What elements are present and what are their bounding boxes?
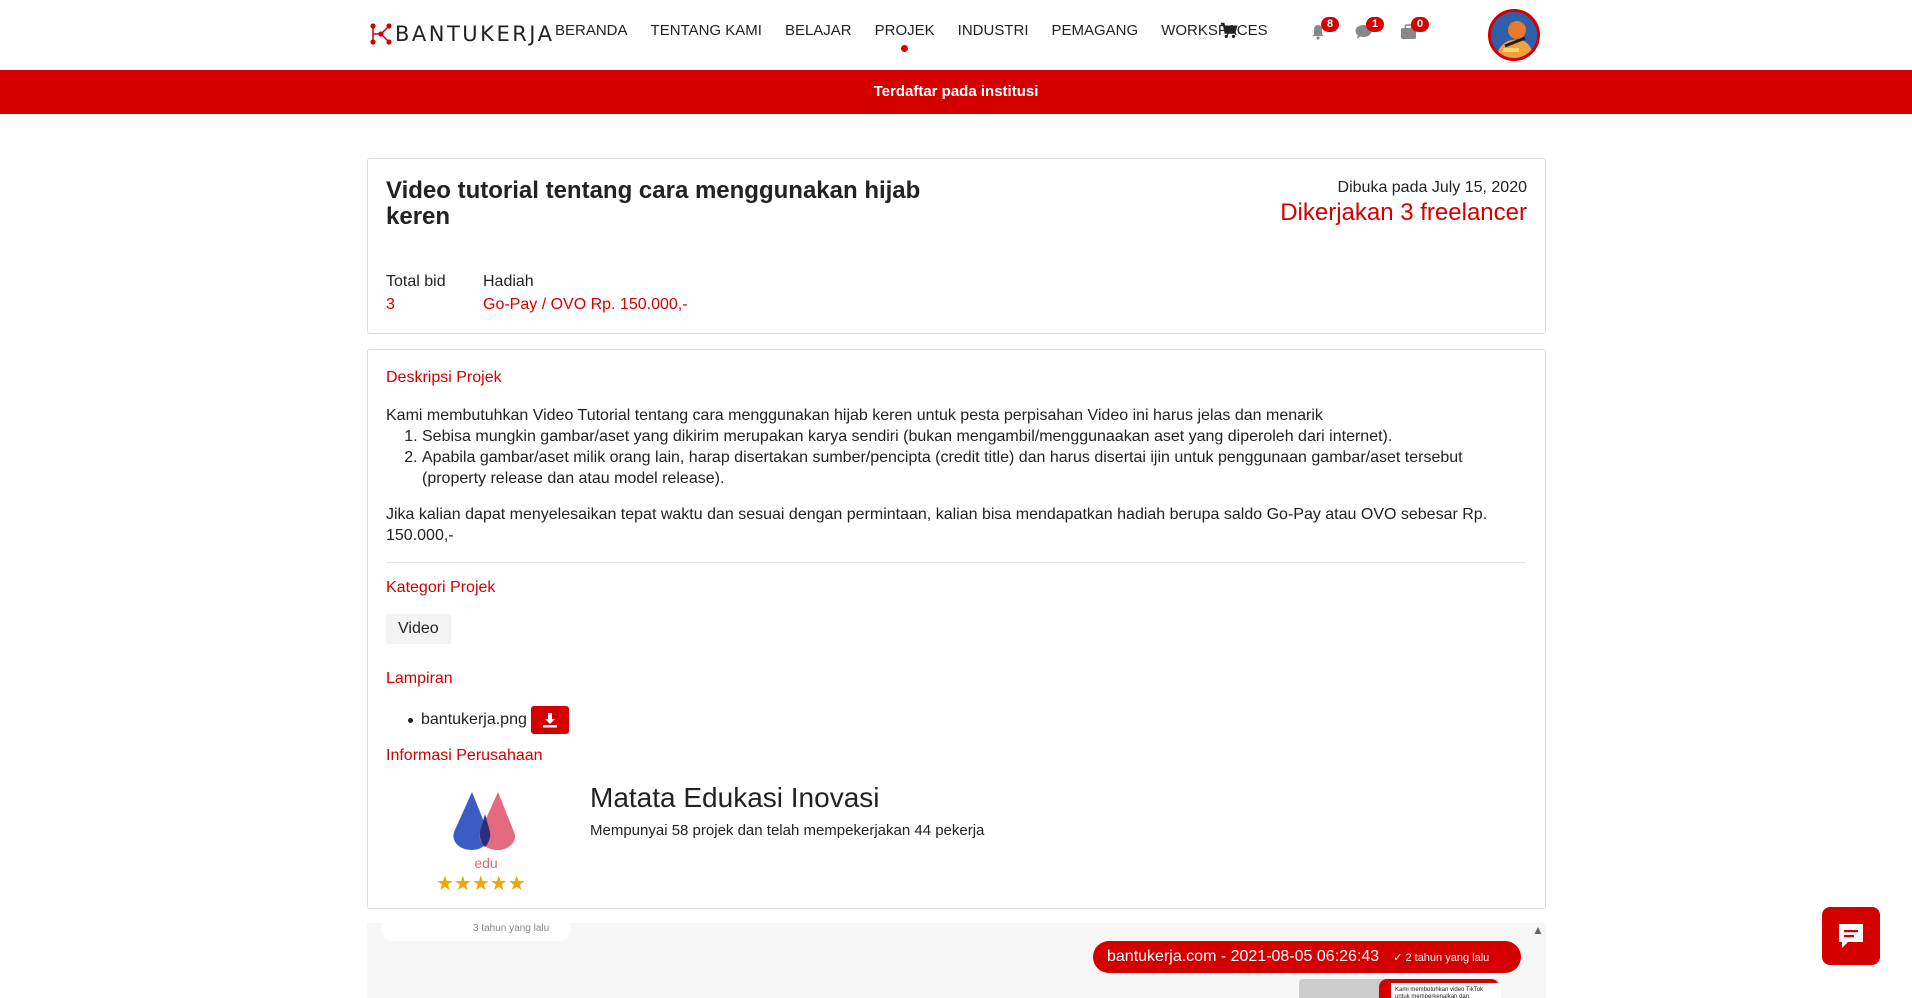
description-list: Sebisa mungkin gambar/aset yang dikirim …	[422, 426, 1526, 489]
nav-item-beranda[interactable]: BERANDA	[555, 22, 628, 43]
download-button[interactable]	[530, 706, 569, 734]
user-avatar[interactable]	[1488, 9, 1540, 61]
chat-message-header: bantukerja.com - 2021-08-05 06:26:43 ✓ 2…	[1093, 941, 1521, 973]
company-logo-text: edu	[474, 855, 497, 871]
brand-name: BANTUKERJA	[395, 22, 555, 46]
thumbnail-text: Kami membutuhkan video TikTok untuk memp…	[1391, 983, 1501, 998]
total-bid-label: Total bid	[386, 273, 446, 290]
brand-logo-link[interactable]: BANTUKERJA	[369, 19, 555, 49]
company-rating-stars: ★★★★★	[436, 873, 526, 895]
list-bullet	[408, 717, 413, 723]
company-logo: edu	[453, 792, 516, 871]
messages-badge: 1	[1366, 17, 1384, 32]
chat-bubble-icon	[1839, 924, 1863, 948]
jobs-badge: 0	[1411, 17, 1429, 32]
reward-value: Go-Pay / OVO Rp. 150.000,-	[483, 296, 688, 313]
nav-item-pemagang[interactable]: PEMAGANG	[1052, 22, 1139, 43]
description-intro: Kami membutuhkan Video Tutorial tentang …	[386, 407, 1323, 424]
description-item: Sebisa mungkin gambar/aset yang dikirim …	[422, 426, 1526, 447]
company-heading: Informasi Perusahaan	[386, 747, 543, 764]
institution-banner: Terdaftar pada institusi	[0, 70, 1912, 114]
chat-image-thumbnail[interactable]: Kami membutuhkan video TikTok untuk memp…	[1299, 979, 1501, 998]
nav-item-workspaces[interactable]: WORKSPACES	[1161, 22, 1267, 43]
reward-label: Hadiah	[483, 273, 534, 290]
notifications-badge: 8	[1321, 17, 1339, 32]
section-divider	[386, 562, 1526, 563]
scroll-up-arrow-icon[interactable]: ▲	[1530, 923, 1546, 943]
nav-item-projek[interactable]: PROJEK	[875, 22, 935, 52]
jobs-button[interactable]: 0	[1400, 17, 1429, 44]
reward-stat: Hadiah Go-Pay / OVO Rp. 150.000,-	[483, 273, 688, 314]
description-closing: Jika kalian dapat menyelesaikan tepat wa…	[386, 506, 1488, 544]
description-item: Apabila gambar/aset milik orang lain, ha…	[422, 447, 1526, 489]
opened-date: Dibuka pada July 15, 2020	[1337, 179, 1527, 196]
download-icon	[542, 713, 557, 728]
project-description: Kami membutuhkan Video Tutorial tentang …	[386, 405, 1526, 546]
avatar-image	[1491, 12, 1537, 58]
attachment-item: bantukerja.png	[408, 706, 569, 734]
cart-icon[interactable]	[1220, 22, 1238, 40]
total-bid-value: 3	[386, 296, 395, 313]
description-heading: Deskripsi Projek	[386, 369, 502, 386]
category-heading: Kategori Projek	[386, 579, 496, 596]
chat-message-sender: bantukerja.com - 2021-08-05 06:26:43	[1107, 948, 1380, 965]
project-details-card: Deskripsi Projek Kami membutuhkan Video …	[367, 349, 1546, 909]
notifications-button[interactable]: 8	[1310, 17, 1339, 44]
category-chip: Video	[386, 614, 451, 644]
previous-message-bubble: 3 tahun yang lalu	[381, 923, 571, 941]
chat-button[interactable]	[1822, 907, 1880, 965]
company-name[interactable]: Matata Edukasi Inovasi	[590, 782, 880, 814]
attachments-heading: Lampiran	[386, 670, 453, 687]
total-bid-stat: Total bid 3	[386, 273, 446, 314]
messages-button[interactable]: 1	[1355, 17, 1384, 44]
chat-message-time: ✓ 2 tahun yang lalu	[1393, 951, 1490, 964]
nav-item-industri[interactable]: INDUSTRI	[958, 22, 1029, 43]
project-header-card: Video tutorial tentang cara menggunakan …	[367, 158, 1546, 334]
chat-history-strip[interactable]: 3 tahun yang lalu bantukerja.com - 2021-…	[367, 923, 1546, 998]
freelancer-count: Dikerjakan 3 freelancer	[1280, 199, 1527, 226]
previous-message-time: 3 tahun yang lalu	[473, 923, 550, 934]
main-nav: BERANDA TENTANG KAMI BELAJAR PROJEK INDU…	[555, 22, 1268, 52]
top-navbar: BANTUKERJA BERANDA TENTANG KAMI BELAJAR …	[0, 0, 1912, 70]
bantukerja-logo-icon	[370, 23, 392, 45]
nav-item-tentang-kami[interactable]: TENTANG KAMI	[651, 22, 762, 43]
attachment-filename[interactable]: bantukerja.png	[421, 711, 527, 729]
project-title: Video tutorial tentang cara menggunakan …	[386, 177, 921, 230]
company-info: Mempunyai 58 projek dan telah mempekerja…	[590, 822, 985, 839]
nav-item-belajar[interactable]: BELAJAR	[785, 22, 852, 43]
